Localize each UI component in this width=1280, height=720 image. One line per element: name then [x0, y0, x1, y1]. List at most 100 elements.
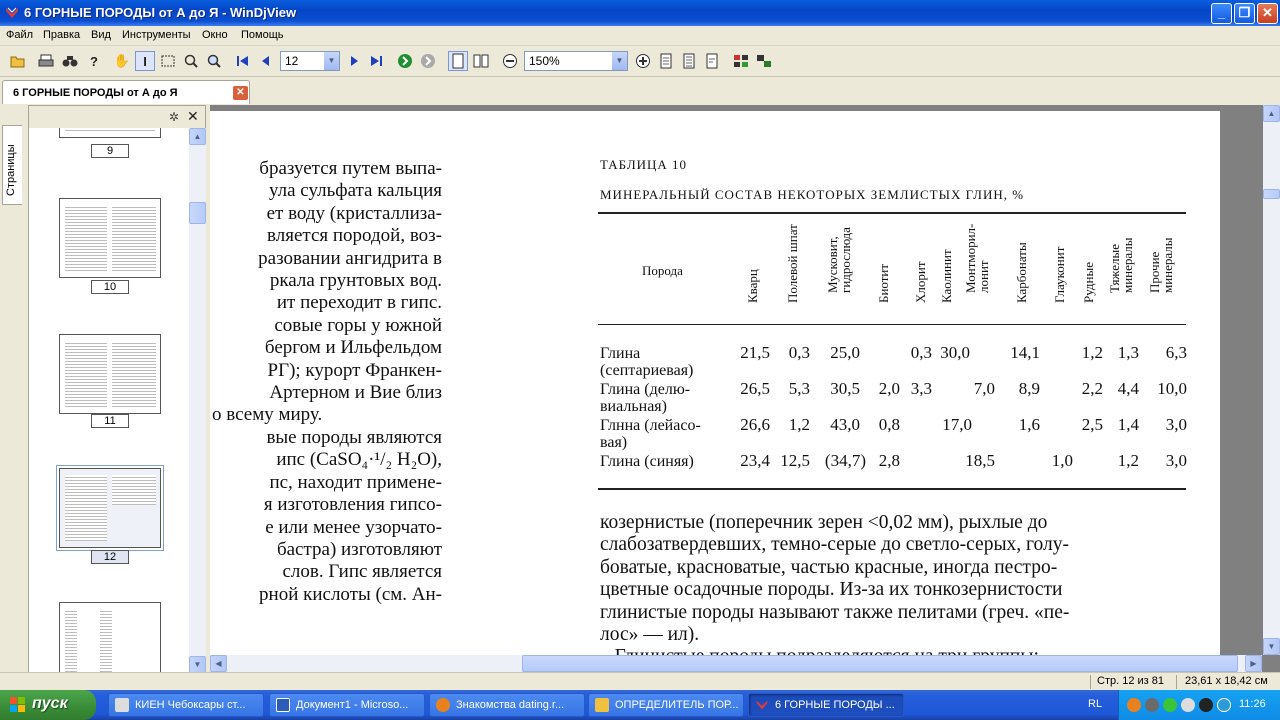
scroll-down-icon[interactable]: ▼	[189, 656, 206, 673]
table-cell: 1,0	[1051, 451, 1073, 470]
text-line: ркала грунтовых вод.	[269, 270, 442, 292]
close-panel-icon[interactable]: ✕	[187, 108, 199, 125]
zoom-select[interactable]: 150% ▼	[524, 51, 628, 71]
tray-icon[interactable]	[1145, 698, 1159, 712]
prev-page-icon[interactable]	[256, 51, 276, 71]
menu-tools[interactable]: Инструменты	[122, 29, 191, 41]
language-indicator[interactable]: RL	[1088, 698, 1102, 710]
find-icon[interactable]	[60, 51, 80, 71]
next-page-icon[interactable]	[344, 51, 364, 71]
scrollbar-thumb[interactable]	[189, 202, 206, 224]
zoom-out-icon[interactable]	[500, 51, 520, 71]
word-icon	[276, 698, 290, 712]
table-cell: (34,7)	[824, 451, 866, 470]
text-line: ула сульфата кальция	[268, 180, 442, 202]
taskbar-item-label: КИЕН Чебоксары ст...	[135, 699, 246, 711]
table-cell: 1,2	[788, 415, 810, 434]
clock: 11:26	[1239, 698, 1266, 710]
back-icon[interactable]	[418, 51, 438, 71]
column-header: Монтморил-лонит	[963, 223, 991, 293]
scroll-up-icon[interactable]: ▲	[1263, 105, 1280, 122]
page-number-select[interactable]: 12 ▼	[280, 51, 340, 71]
table-cell: 4,4	[1117, 379, 1139, 398]
thumbnail-page-11[interactable]	[59, 334, 161, 414]
thumbnail-page-13[interactable]	[59, 602, 161, 673]
column-header: Биотит	[876, 263, 891, 303]
document-hscrollbar[interactable]: ◀ ▶	[210, 655, 1262, 672]
menu-window[interactable]: Окно	[202, 29, 228, 41]
table-cell: 3,3	[910, 379, 932, 398]
scroll-right-icon[interactable]: ▶	[1245, 655, 1262, 672]
scroll-left-icon[interactable]: ◀	[210, 655, 227, 672]
open-folder-icon[interactable]	[8, 51, 28, 71]
row-name-cont: вая)	[600, 434, 628, 451]
fit-width-icon[interactable]	[679, 51, 699, 71]
menu-file[interactable]: Файл	[6, 29, 33, 41]
thumbnail-page-10[interactable]	[59, 198, 161, 278]
scroll-down-icon[interactable]: ▼	[1263, 638, 1280, 655]
table-cell: 14,1	[1010, 343, 1040, 362]
scrollbar-thumb[interactable]	[522, 655, 1238, 672]
maximize-button[interactable]: ❐	[1234, 3, 1255, 24]
thumbnails-scrollbar[interactable]: ▲ ▼	[189, 128, 206, 673]
actual-size-icon[interactable]	[702, 51, 722, 71]
thumbnail-page-12[interactable]	[56, 465, 164, 551]
menu-view[interactable]: Вид	[91, 29, 111, 41]
zoom-rect-icon[interactable]	[204, 51, 224, 71]
sidebar-tab-pages[interactable]: Страницы	[2, 125, 22, 205]
hand-tool-icon[interactable]: ✋	[112, 51, 132, 71]
document-vscrollbar[interactable]: ▲ ▼	[1263, 105, 1280, 655]
taskbar-item[interactable]: Документ1 - Microso...	[269, 693, 425, 717]
last-page-icon[interactable]	[366, 51, 386, 71]
tray-icon[interactable]	[1199, 698, 1213, 712]
single-page-icon[interactable]	[448, 51, 468, 71]
zoom-tool-icon[interactable]	[181, 51, 201, 71]
taskbar-item[interactable]: ОПРЕДЕЛИТЕЛЬ ПОР...	[588, 693, 744, 717]
taskbar-item-label: Документ1 - Microso...	[296, 699, 409, 711]
close-tab-icon[interactable]: ✕	[233, 86, 248, 100]
text-line: бергом и Ильфельдом	[264, 337, 442, 359]
document-view[interactable]: бразуется путем выпа- ула сульфата кальц…	[210, 105, 1280, 672]
fit-page-icon[interactable]	[656, 51, 676, 71]
menu-edit[interactable]: Правка	[43, 29, 80, 41]
print-icon[interactable]	[36, 51, 56, 71]
gear-icon[interactable]: ✲	[169, 110, 179, 124]
rect-select-icon[interactable]	[158, 51, 178, 71]
start-button[interactable]: пуск	[0, 690, 96, 720]
minimize-button[interactable]: _	[1211, 3, 1232, 24]
table-cell: 2,8	[878, 451, 900, 470]
text-select-icon[interactable]: I	[135, 51, 155, 71]
window-icon	[115, 698, 129, 712]
chevron-down-icon[interactable]: ▼	[323, 52, 339, 70]
display-mode-icon[interactable]	[731, 51, 751, 71]
close-button[interactable]: ✕	[1257, 3, 1278, 24]
forward-icon[interactable]	[395, 51, 415, 71]
taskbar-item-active[interactable]: 6 ГОРНЫЕ ПОРОДЫ ...	[748, 693, 904, 717]
tray-icon[interactable]	[1217, 698, 1231, 712]
shield-icon[interactable]	[1163, 698, 1177, 712]
first-page-icon[interactable]	[233, 51, 253, 71]
chevron-down-icon[interactable]: ▼	[611, 52, 627, 70]
help-icon[interactable]: ?	[84, 51, 104, 71]
thumbnail-page-9[interactable]	[59, 128, 161, 138]
text-line: рной кислоты (см. Ан-	[259, 583, 442, 605]
tray-icon[interactable]	[1181, 698, 1195, 712]
title-bar[interactable]: 6 ГОРНЫЕ ПОРОДЫ от А до Я - WinDjView _ …	[0, 0, 1280, 26]
taskbar-item[interactable]: Знакомства dating.r...	[429, 693, 585, 717]
menu-help[interactable]: Помощь	[241, 29, 284, 41]
row-name-cont: виальная)	[600, 398, 667, 415]
two-page-icon[interactable]	[471, 51, 491, 71]
document-tab[interactable]: 6 ГОРНЫЕ ПОРОДЫ от А до Я ✕	[2, 80, 250, 104]
table-cell: 2,5	[1081, 415, 1103, 434]
scroll-up-icon[interactable]: ▲	[189, 128, 206, 145]
table-cell: 25,0	[830, 343, 860, 362]
layers-icon[interactable]	[754, 51, 774, 71]
table-cell: 1,6	[1018, 415, 1040, 434]
thumbnail-page-number: 10	[91, 280, 129, 294]
taskbar-item[interactable]: КИЕН Чебоксары ст...	[108, 693, 264, 717]
zoom-in-icon[interactable]	[633, 51, 653, 71]
text-line: лос» — ил).	[600, 624, 700, 646]
tray-icon[interactable]	[1127, 698, 1141, 712]
column-header: Глауконит	[1052, 246, 1067, 303]
scrollbar-thumb[interactable]	[1263, 189, 1280, 199]
